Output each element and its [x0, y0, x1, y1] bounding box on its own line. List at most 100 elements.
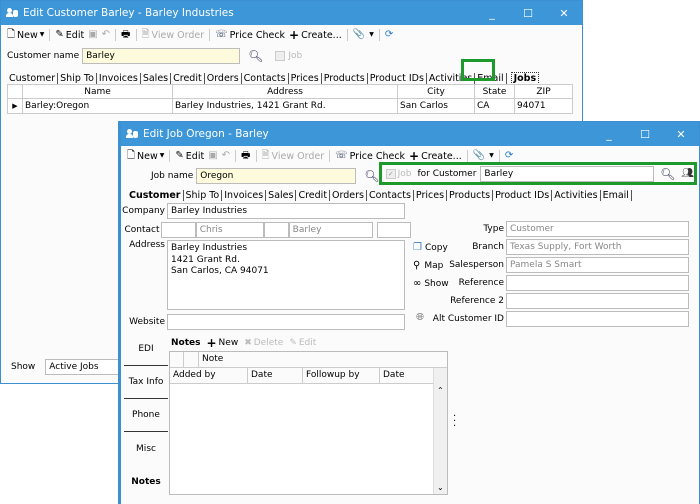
tab-ship-to[interactable]: Ship To	[58, 72, 97, 84]
tab-products[interactable]: Products	[322, 72, 368, 84]
table-row[interactable]: ▶ Barley:Oregon Barley Industries, 1421 …	[7, 98, 573, 114]
notes-delete-button[interactable]: ✖ Delete	[244, 338, 283, 348]
close-button[interactable]: ✕	[546, 1, 582, 25]
chevron-down-icon[interactable]: ▼	[160, 153, 165, 159]
contact-suffix-dropdown[interactable]	[376, 221, 411, 238]
save-icon[interactable]: ▣	[208, 151, 217, 161]
branch-dropdown[interactable]: Texas Supply, Fort Worth	[506, 238, 689, 255]
globe-icon[interactable]: 🌐︎	[416, 313, 424, 323]
side-tab-phone[interactable]: Phone	[124, 399, 168, 432]
job-name-input[interactable]: Oregon	[196, 168, 357, 184]
column-header-name[interactable]: Name	[22, 84, 173, 99]
column-header-followup-by[interactable]: Followup by	[303, 368, 380, 383]
tab-credit[interactable]: Credit	[296, 189, 331, 201]
reference2-input[interactable]	[506, 292, 689, 309]
tab-invoices[interactable]: Invoices	[97, 72, 141, 84]
tab-product-ids[interactable]: Product IDs	[493, 189, 553, 201]
search-icon[interactable]: 🔍︎	[660, 168, 675, 180]
new-button[interactable]: 🗋 New ▼	[127, 151, 164, 162]
print-icon[interactable]: 🖶	[121, 30, 130, 40]
job-titlebar[interactable]: Edit Job Oregon - Barley _ ☐ ✕	[121, 122, 699, 146]
tab-sales[interactable]: Sales	[266, 189, 297, 201]
splitter-handle[interactable]: · · ·	[453, 412, 456, 432]
open-customer-icon[interactable]: 👥︎	[681, 168, 694, 179]
website-input[interactable]	[167, 313, 405, 330]
notes-edit-button[interactable]: ✎ Edit	[289, 338, 316, 348]
tab-products[interactable]: Products	[447, 189, 494, 201]
column-header-zip[interactable]: ZIP	[514, 84, 573, 99]
price-check-button[interactable]: ☏ Price Check	[335, 151, 405, 162]
tab-contacts[interactable]: Contacts	[242, 72, 289, 84]
contact-first-name-input[interactable]: Chris	[195, 221, 265, 238]
chevron-down-icon[interactable]: ▼	[369, 32, 374, 38]
print-icon[interactable]: 🖶	[241, 151, 250, 161]
job-checkbox[interactable]: ✓	[386, 168, 396, 179]
reference-input[interactable]	[506, 274, 689, 291]
customer-name-input[interactable]: Barley	[82, 48, 241, 64]
tab-product-ids[interactable]: Product IDs	[368, 72, 427, 84]
undo-icon[interactable]: ↶	[102, 30, 110, 40]
edit-button[interactable]: ✎ Edit	[175, 151, 204, 162]
side-tab-misc[interactable]: Misc	[124, 432, 168, 465]
close-button[interactable]: ✕	[663, 122, 699, 146]
notes-scrollbar[interactable]: ⌃ ⌄	[433, 368, 447, 494]
attachment-icon[interactable]: 📎	[473, 151, 485, 161]
search-icon[interactable]: 🔍︎	[248, 50, 263, 62]
notes-new-button[interactable]: + New	[206, 336, 238, 350]
maximize-button[interactable]: ☐	[627, 122, 663, 146]
tab-invoices[interactable]: Invoices	[222, 189, 267, 201]
tab-prices[interactable]: Prices	[289, 72, 322, 84]
tab-sales[interactable]: Sales	[141, 72, 172, 84]
price-check-button[interactable]: ☏ Price Check	[215, 30, 285, 41]
contact-middle-input[interactable]	[264, 221, 289, 238]
company-input[interactable]: Barley Industries	[167, 202, 405, 219]
tab-customer[interactable]: Customer	[7, 72, 59, 84]
contact-last-name-input[interactable]: Barley	[288, 221, 373, 238]
refresh-icon[interactable]: ⟳	[385, 30, 393, 40]
chevron-down-icon[interactable]: ▼	[489, 153, 494, 159]
view-order-button[interactable]: 🗎 View Order	[142, 30, 205, 41]
view-order-button[interactable]: 🗎 View Order	[262, 151, 325, 162]
column-header-address[interactable]: Address	[172, 84, 398, 99]
save-icon[interactable]: ▣	[88, 30, 97, 40]
chevron-down-icon[interactable]: ▼	[40, 32, 45, 38]
attachment-icon[interactable]: 📎	[353, 30, 365, 40]
tab-customer[interactable]: Customer	[127, 189, 184, 201]
new-button[interactable]: 🗋 New ▼	[7, 30, 44, 41]
side-tab-tax-info[interactable]: Tax Info	[124, 366, 168, 399]
tab-orders[interactable]: Orders	[205, 72, 242, 84]
scroll-up-icon[interactable]: ⌃	[437, 386, 444, 395]
undo-icon[interactable]: ↶	[222, 151, 230, 161]
maximize-button[interactable]: ☐	[510, 1, 546, 25]
tab-activities[interactable]: Activities	[552, 189, 601, 201]
salesperson-dropdown[interactable]: Pamela S Smart	[506, 256, 689, 273]
tab-prices[interactable]: Prices	[414, 189, 448, 201]
alt-customer-id-input[interactable]	[506, 310, 689, 327]
customer-titlebar[interactable]: Edit Customer Barley - Barley Industries…	[1, 1, 582, 25]
column-header-followup-date[interactable]: Date	[380, 368, 433, 383]
contact-title-dropdown[interactable]	[161, 221, 196, 238]
type-dropdown[interactable]: Customer	[506, 220, 689, 237]
refresh-icon[interactable]: ⟳	[505, 151, 513, 161]
minimize-button[interactable]: _	[591, 122, 627, 146]
side-tab-edi[interactable]: EDI	[124, 332, 168, 366]
create-button[interactable]: + Create...	[409, 150, 462, 162]
column-header-date[interactable]: Date	[248, 368, 303, 383]
column-header-city[interactable]: City	[397, 84, 475, 99]
tab-ship-to[interactable]: Ship To	[184, 189, 223, 201]
column-header-added-by[interactable]: Added by	[170, 368, 248, 383]
tab-orders[interactable]: Orders	[330, 189, 367, 201]
address-textarea[interactable]: Barley Industries 1421 Grant Rd. San Car…	[167, 240, 405, 310]
tab-email[interactable]: Email	[601, 189, 632, 201]
tab-credit[interactable]: Credit	[171, 72, 205, 84]
job-checkbox[interactable]	[275, 51, 286, 61]
side-tab-notes[interactable]: Notes	[124, 465, 168, 498]
minimize-button[interactable]: _	[474, 1, 510, 25]
column-header-note[interactable]: Note	[199, 352, 447, 367]
tab-jobs[interactable]: Jobs	[510, 71, 540, 85]
tab-contacts[interactable]: Contacts	[367, 189, 414, 201]
edit-button[interactable]: ✎ Edit	[55, 30, 84, 41]
column-header-state[interactable]: State	[474, 84, 515, 99]
search-icon[interactable]: 🔍︎	[364, 170, 379, 182]
scroll-down-icon[interactable]: ⌄	[437, 483, 444, 492]
